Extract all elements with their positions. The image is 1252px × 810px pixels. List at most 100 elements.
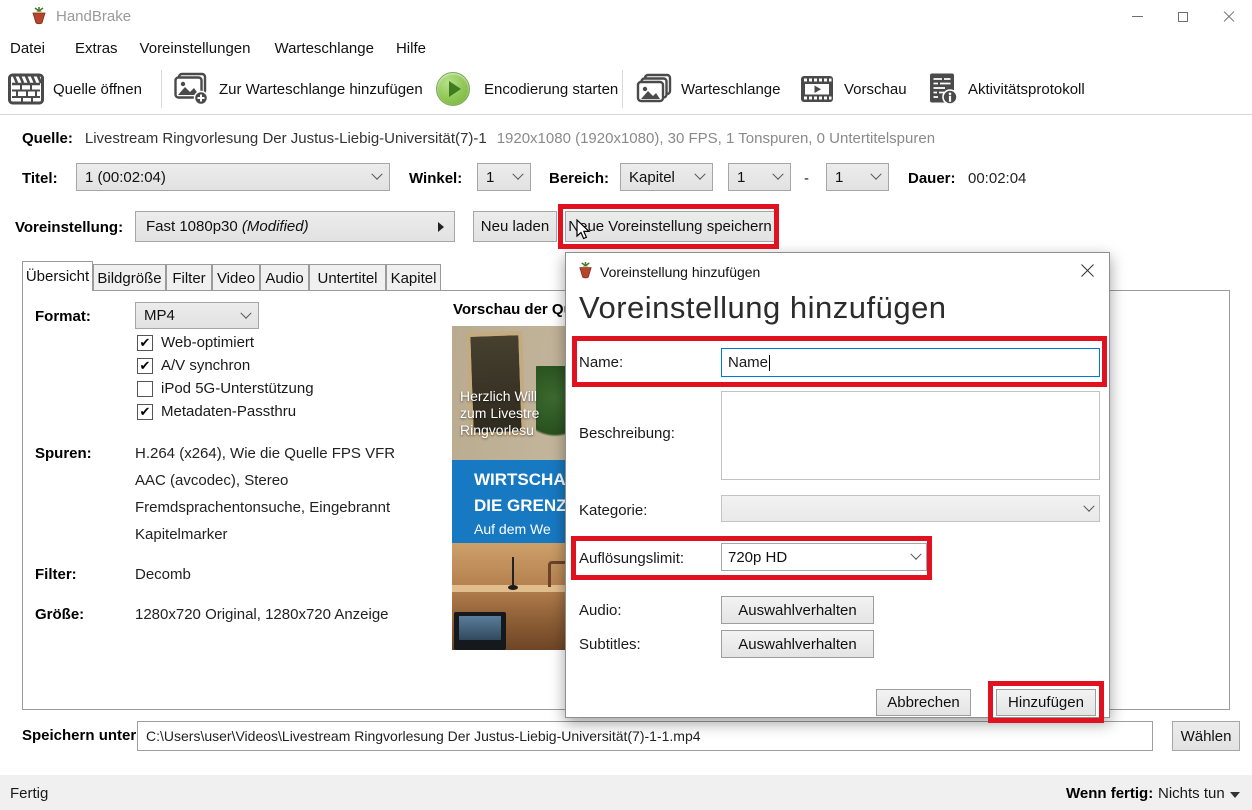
format-dropdown[interactable]: MP4 bbox=[135, 302, 259, 329]
add-button[interactable]: Hinzufügen bbox=[996, 689, 1096, 716]
subtitles-label: Subtitles: bbox=[579, 636, 641, 653]
size-label: Größe: bbox=[35, 606, 84, 623]
add-preset-dialog: Voreinstellung hinzufügen Voreinstellung… bbox=[565, 252, 1110, 718]
menu-datei[interactable]: Datei bbox=[0, 35, 55, 62]
status-text: Fertig bbox=[10, 785, 48, 802]
activity-log-button[interactable]: Aktivitätsprotokoll bbox=[925, 64, 1085, 114]
range-type-dropdown[interactable]: Kapitel bbox=[620, 163, 713, 191]
tab-audio[interactable]: Audio bbox=[260, 264, 309, 291]
preview-overlay-text: Herzlich Will bbox=[460, 388, 539, 405]
web-optimized-label: Web-optimiert bbox=[161, 334, 254, 351]
dialog-close-icon[interactable] bbox=[1080, 263, 1095, 278]
maximize-button[interactable] bbox=[1160, 0, 1206, 33]
activity-log-icon bbox=[925, 72, 959, 106]
subtitles-behavior-button[interactable]: Auswahlverhalten bbox=[721, 630, 874, 658]
add-to-queue-icon bbox=[172, 72, 210, 106]
av-sync-row: A/V synchron bbox=[137, 357, 250, 374]
toolbar-separator bbox=[622, 70, 623, 108]
title-dropdown[interactable]: 1 (00:02:04) bbox=[76, 163, 390, 191]
menubar: Datei Extras Voreinstellungen Warteschla… bbox=[0, 33, 1252, 64]
preview-overlay-text: zum Livestre bbox=[460, 405, 539, 422]
queue-icon bbox=[636, 73, 672, 105]
save-new-preset-label: Neue Voreinstellung speichern bbox=[568, 218, 771, 235]
audio-behavior-label: Auswahlverhalten bbox=[738, 602, 856, 619]
add-to-queue-button[interactable]: Zur Warteschlange hinzufügen bbox=[172, 64, 446, 114]
menu-extras[interactable]: Extras bbox=[65, 35, 128, 62]
menu-hilfe[interactable]: Hilfe bbox=[386, 35, 436, 62]
cancel-label: Abbrechen bbox=[887, 694, 960, 711]
toolbar-separator bbox=[161, 70, 162, 108]
add-label: Hinzufügen bbox=[1008, 694, 1084, 711]
preview-button[interactable]: Vorschau bbox=[799, 64, 907, 114]
resolution-limit-dropdown[interactable]: 720p HD bbox=[721, 543, 927, 571]
tab-kapitel[interactable]: Kapitel bbox=[386, 264, 441, 291]
format-label: Format: bbox=[35, 308, 91, 325]
av-sync-checkbox[interactable] bbox=[137, 358, 153, 374]
chevron-down-icon bbox=[371, 169, 382, 180]
range-start-dropdown[interactable]: 1 bbox=[728, 163, 791, 191]
tracks-label: Spuren: bbox=[35, 445, 92, 462]
maximize-icon bbox=[1178, 12, 1188, 22]
reload-preset-button[interactable]: Neu laden bbox=[473, 211, 557, 242]
minimize-button[interactable] bbox=[1114, 0, 1160, 33]
range-type-value: Kapitel bbox=[629, 169, 675, 186]
tab-untertitel[interactable]: Untertitel bbox=[309, 264, 386, 291]
category-dropdown[interactable] bbox=[721, 495, 1100, 522]
source-label: Quelle: bbox=[22, 130, 73, 147]
start-encode-button[interactable]: Encodierung starten bbox=[436, 64, 618, 114]
web-optimized-checkbox[interactable] bbox=[137, 335, 153, 351]
dialog-heading: Voreinstellung hinzufügen bbox=[579, 290, 947, 326]
angle-dropdown[interactable]: 1 bbox=[477, 163, 531, 191]
tab-bildgroesse[interactable]: Bildgröße bbox=[93, 264, 166, 291]
chevron-down-icon bbox=[772, 169, 783, 180]
preview-label: Vorschau bbox=[844, 81, 907, 98]
angle-label: Winkel: bbox=[409, 170, 462, 187]
preview-banner-text: WIRTSCHA bbox=[474, 470, 566, 490]
chevron-down-icon bbox=[512, 169, 523, 180]
resolution-limit-value: 720p HD bbox=[728, 549, 787, 566]
subtitles-behavior-label: Auswahlverhalten bbox=[738, 636, 856, 653]
metadata-passthru-checkbox[interactable] bbox=[137, 404, 153, 420]
tab-filter[interactable]: Filter bbox=[166, 264, 212, 291]
open-source-button[interactable]: Quelle öffnen bbox=[8, 64, 142, 114]
menu-warteschlange[interactable]: Warteschlange bbox=[264, 35, 384, 62]
save-new-preset-button[interactable]: Neue Voreinstellung speichern bbox=[565, 211, 775, 242]
chevron-down-icon bbox=[910, 549, 921, 560]
ipod-support-checkbox[interactable] bbox=[137, 381, 153, 397]
queue-button[interactable]: Warteschlange bbox=[636, 64, 781, 114]
range-dash: - bbox=[804, 170, 809, 187]
source-row: Quelle:Livestream Ringvorlesung Der Just… bbox=[22, 130, 935, 147]
save-path-value: C:\Users\user\Videos\Livestream Ringvorl… bbox=[146, 728, 701, 744]
close-button[interactable] bbox=[1206, 0, 1252, 33]
preview-overlay-text: Ringvorlesu bbox=[460, 422, 539, 439]
cancel-button[interactable]: Abbrechen bbox=[876, 689, 971, 716]
name-input[interactable]: Name bbox=[721, 348, 1100, 377]
range-end-dropdown[interactable]: 1 bbox=[826, 163, 889, 191]
when-done-dropdown[interactable]: Nichts tun bbox=[1158, 785, 1240, 802]
microphone bbox=[512, 557, 514, 587]
preset-dropdown[interactable]: Fast 1080p30 (Modified) bbox=[135, 211, 455, 242]
window-title: HandBrake bbox=[56, 8, 131, 25]
browse-button[interactable]: Wählen bbox=[1172, 721, 1240, 751]
metadata-passthru-label: Metadaten-Passthru bbox=[161, 403, 296, 420]
save-path-input[interactable]: C:\Users\user\Videos\Livestream Ringvorl… bbox=[137, 721, 1153, 751]
play-icon bbox=[436, 72, 470, 106]
when-done-value: Nichts tun bbox=[1158, 785, 1225, 802]
av-sync-label: A/V synchron bbox=[161, 357, 250, 374]
save-as-label: Speichern unter: bbox=[22, 727, 141, 744]
tab-video[interactable]: Video bbox=[212, 264, 260, 291]
audio-behavior-button[interactable]: Auswahlverhalten bbox=[721, 596, 874, 624]
description-textarea[interactable] bbox=[721, 391, 1100, 480]
source-details: 1920x1080 (1920x1080), 30 FPS, 1 Tonspur… bbox=[497, 130, 935, 147]
audio-label: Audio: bbox=[579, 602, 622, 619]
ipod-support-label: iPod 5G-Unterstützung bbox=[161, 380, 314, 397]
text-caret bbox=[769, 355, 770, 371]
handbrake-window: HandBrake Datei Extras Voreinstellungen … bbox=[0, 0, 1252, 810]
duration-label: Dauer: bbox=[908, 170, 956, 187]
title-value: 1 (00:02:04) bbox=[85, 169, 166, 186]
menu-voreinstellungen[interactable]: Voreinstellungen bbox=[130, 35, 261, 62]
tab-uebersicht[interactable]: Übersicht bbox=[22, 261, 93, 291]
laptop bbox=[454, 612, 506, 650]
handbrake-logo-icon bbox=[30, 7, 48, 25]
handbrake-logo-icon bbox=[577, 262, 594, 279]
